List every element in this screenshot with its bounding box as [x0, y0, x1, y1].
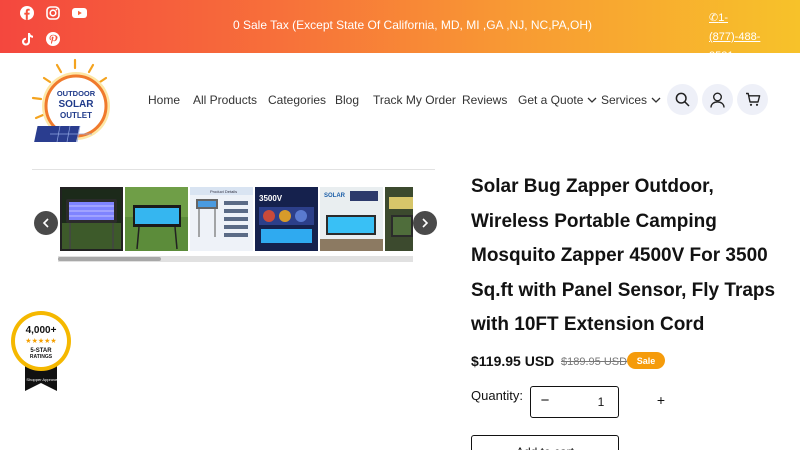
phone-icon: ✆ [709, 12, 719, 24]
thumb-caption-4: 3500V [259, 194, 283, 203]
search-button[interactable] [667, 84, 698, 115]
nav-all-products[interactable]: All Products [193, 93, 257, 107]
phone-link[interactable]: ✆1-(877)-488-3581 [709, 9, 779, 66]
badge-line2: RATINGS [30, 354, 53, 360]
nav-track-order[interactable]: Track My Order [373, 93, 456, 107]
nav-home[interactable]: Home [148, 93, 180, 107]
quantity-increase-button[interactable]: + [652, 392, 670, 412]
badge-brand: Shopper Approved [26, 377, 59, 382]
add-to-cart-button[interactable]: Add to cart [471, 435, 619, 450]
gallery-scrollbar-thumb[interactable] [58, 257, 161, 261]
thumb-caption-3: Product Details [210, 189, 237, 194]
nav-categories[interactable]: Categories [268, 93, 326, 107]
gallery-thumbnail-4[interactable]: 3500V [255, 187, 318, 251]
gallery-prev-button[interactable] [34, 211, 58, 235]
youtube-icon[interactable] [70, 4, 88, 22]
quantity-label: Quantity: [471, 388, 524, 403]
gallery-scrollbar[interactable] [58, 256, 413, 262]
section-divider [32, 169, 435, 170]
shopper-approved-badge[interactable]: 4,000+ ★★★★★ 5-STAR RATINGS Shopper Appr… [9, 311, 73, 391]
gallery-thumbnail-6[interactable] [385, 187, 413, 251]
logo-line2: SOLAR [59, 99, 95, 110]
logo-line1: OUTDOOR [57, 89, 96, 98]
thumb-caption-5: SOLAR [324, 193, 346, 199]
quantity-input[interactable] [586, 394, 616, 410]
gallery-thumbnail-2[interactable] [125, 187, 188, 251]
nav-get-quote[interactable]: Get a Quote [518, 93, 597, 107]
badge-count: 4,000+ [26, 325, 57, 336]
product-gallery: Product Details 3500V SOLAR [60, 187, 413, 251]
product-price: $119.95 USD [471, 353, 555, 369]
nav-blog[interactable]: Blog [335, 93, 359, 107]
chevron-down-icon [651, 97, 661, 103]
chevron-right-icon [422, 218, 429, 228]
gallery-next-button[interactable] [413, 211, 437, 235]
nav-get-quote-label: Get a Quote [518, 93, 584, 107]
chevron-left-icon [42, 218, 49, 228]
gallery-thumbnail-5[interactable]: SOLAR [320, 187, 383, 251]
nav-services-label: Services [601, 93, 648, 107]
chevron-down-icon [587, 97, 597, 103]
pinterest-icon[interactable] [44, 30, 62, 48]
compare-at-price: $189.95 USD [561, 356, 628, 368]
store-logo[interactable]: OUTDOOR SOLAR OUTLET [30, 58, 120, 148]
logo-line3: OUTLET [60, 111, 92, 120]
account-button[interactable] [702, 84, 733, 115]
search-icon [675, 92, 690, 107]
cart-button[interactable] [737, 84, 768, 115]
nav-services[interactable]: Services [601, 93, 661, 107]
cart-icon [745, 92, 760, 106]
gallery-thumbnail-1[interactable] [60, 187, 123, 251]
tiktok-icon[interactable] [18, 30, 36, 48]
gallery-thumbnail-3[interactable]: Product Details [190, 187, 253, 251]
sale-badge: Sale [627, 352, 665, 369]
account-icon [710, 92, 725, 108]
announcement-text: 0 Sale Tax (Except State Of California, … [233, 18, 592, 32]
quantity-decrease-button[interactable]: − [536, 392, 554, 412]
instagram-icon[interactable] [44, 4, 62, 22]
badge-stars: ★★★★★ [25, 337, 56, 345]
facebook-icon[interactable] [18, 4, 36, 22]
announcement-bar: 0 Sale Tax (Except State Of California, … [0, 0, 800, 62]
product-title: Solar Bug Zapper Outdoor, Wireless Porta… [471, 176, 776, 335]
nav-reviews[interactable]: Reviews [462, 93, 507, 107]
